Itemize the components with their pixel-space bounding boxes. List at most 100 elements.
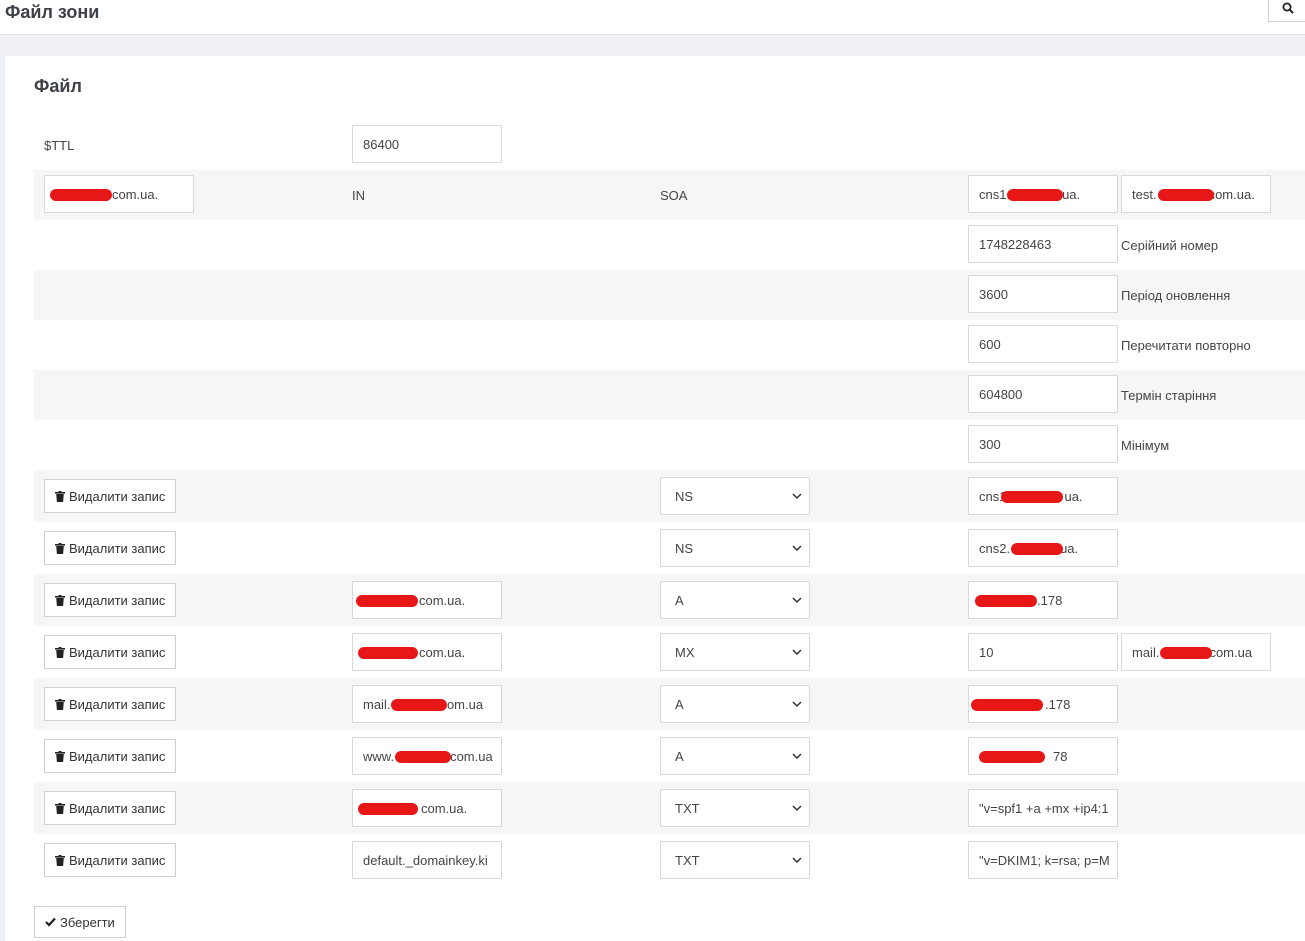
record-row: Видалити запис default._domainkey.ki TXT… — [34, 834, 1305, 886]
record-type-select[interactable]: A — [660, 685, 810, 723]
delete-record-button[interactable]: Видалити запис — [44, 739, 177, 773]
record-value-input[interactable]: "v=DKIM1; k=rsa; p=M — [968, 841, 1118, 879]
trash-icon — [55, 802, 65, 814]
record-name-input[interactable]: mail. com.ua — [352, 685, 502, 723]
delete-record-button[interactable]: Видалити запис — [44, 479, 177, 513]
record-value-input[interactable]: cns2. ua. — [968, 529, 1118, 567]
record-type-select[interactable]: MX — [660, 633, 810, 671]
redaction-mark — [358, 647, 418, 659]
trash-icon — [55, 750, 65, 762]
serial-input[interactable]: 1748228463 — [968, 225, 1118, 263]
record-name-input[interactable]: com.ua. — [352, 581, 502, 619]
record-value-input[interactable]: .178 — [968, 581, 1118, 619]
mx-priority-input[interactable]: 10 — [968, 633, 1118, 671]
redaction-mark — [50, 189, 112, 201]
redaction-mark — [1007, 189, 1063, 201]
record-value-input[interactable]: "v=spf1 +a +mx +ip4:1 — [968, 789, 1118, 827]
redaction-mark — [356, 595, 418, 607]
expire-input[interactable]: 604800 — [968, 375, 1118, 413]
record-row: Видалити запис NS cns2. ua. — [34, 522, 1305, 574]
soa-serial-row: 1748228463 Серійний номер — [34, 220, 1305, 270]
record-row: Видалити запис com.ua. MX 10 mail. com.u… — [34, 626, 1305, 678]
delete-record-button[interactable]: Видалити запис — [44, 843, 177, 877]
soa-retry-row: 600 Перечитати повторно — [34, 320, 1305, 370]
chevron-down-icon — [792, 857, 802, 864]
record-name-input[interactable]: com.ua. — [352, 633, 502, 671]
soa-expire-row: 604800 Термін старіння — [34, 370, 1305, 420]
redaction-mark — [1011, 543, 1063, 555]
soa-name-input[interactable]: com.ua. — [44, 175, 194, 213]
zone-file-panel: Файл $TTL 86400 com.ua. IN SOA cns1. ua.… — [5, 56, 1305, 941]
trash-icon — [55, 698, 65, 710]
refresh-label: Період оновлення — [1121, 288, 1231, 303]
redaction-mark — [975, 595, 1037, 607]
soa-primary-ns-input[interactable]: cns1. ua. — [968, 175, 1118, 213]
soa-row: com.ua. IN SOA cns1. ua. test. com.ua. — [34, 170, 1305, 220]
redaction-mark — [395, 751, 451, 763]
record-name-input[interactable]: www. com.ua — [352, 737, 502, 775]
record-value-input[interactable]: cns1 ua. — [968, 477, 1118, 515]
record-value-input[interactable]: .178 — [968, 685, 1118, 723]
redaction-mark — [391, 699, 447, 711]
record-row: Видалити запис mail. com.ua A .178 — [34, 678, 1305, 730]
record-name-input[interactable]: default._domainkey.ki — [352, 841, 502, 879]
soa-class: IN — [352, 188, 365, 203]
refresh-input[interactable]: 3600 — [968, 275, 1118, 313]
trash-icon — [55, 490, 65, 502]
chevron-down-icon — [792, 597, 802, 604]
trash-icon — [55, 854, 65, 866]
soa-refresh-row: 3600 Період оновлення — [34, 270, 1305, 320]
chevron-down-icon — [792, 753, 802, 760]
trash-icon — [55, 542, 65, 554]
delete-record-button[interactable]: Видалити запис — [44, 687, 177, 721]
mx-target-input[interactable]: mail. com.ua — [1121, 633, 1271, 671]
section-title: Файл — [34, 76, 82, 96]
expire-label: Термін старіння — [1121, 388, 1217, 403]
record-type-select[interactable]: NS — [660, 477, 810, 515]
record-row: Видалити запис com.ua. TXT "v=spf1 +a +m… — [34, 782, 1305, 834]
minimum-label: Мінімум — [1121, 438, 1170, 453]
record-name-input[interactable]: com.ua. — [352, 789, 502, 827]
record-row: Видалити запис com.ua. A .178 — [34, 574, 1305, 626]
chevron-down-icon — [792, 805, 802, 812]
serial-label: Серійний номер — [1121, 238, 1219, 253]
record-type-select[interactable]: A — [660, 581, 810, 619]
redaction-mark — [979, 751, 1045, 763]
record-value-input[interactable]: 78 — [968, 737, 1118, 775]
minimum-input[interactable]: 300 — [968, 425, 1118, 463]
checkmark-icon — [45, 917, 56, 927]
record-type-select[interactable]: A — [660, 737, 810, 775]
soa-contact-input[interactable]: test. com.ua. — [1121, 175, 1271, 213]
chevron-down-icon — [792, 545, 802, 552]
chevron-down-icon — [792, 701, 802, 708]
search-icon — [1282, 2, 1294, 14]
record-row: Видалити запис www. com.ua A 78 — [34, 730, 1305, 782]
delete-record-button[interactable]: Видалити запис — [44, 531, 177, 565]
search-button[interactable] — [1268, 0, 1305, 22]
save-button[interactable]: Зберегти — [34, 906, 126, 938]
redaction-mark — [1160, 647, 1212, 659]
delete-record-button[interactable]: Видалити запис — [44, 791, 177, 825]
trash-icon — [55, 646, 65, 658]
record-type-select[interactable]: NS — [660, 529, 810, 567]
record-type-select[interactable]: TXT — [660, 789, 810, 827]
ttl-label: $TTL — [44, 138, 75, 153]
page-title: Файл зони — [5, 2, 100, 22]
retry-input[interactable]: 600 — [968, 325, 1118, 363]
ttl-input[interactable]: 86400 — [352, 125, 502, 163]
delete-record-button[interactable]: Видалити запис — [44, 583, 177, 617]
redaction-mark — [1158, 189, 1214, 201]
soa-type: SOA — [660, 188, 688, 203]
chevron-down-icon — [792, 493, 802, 500]
record-type-select[interactable]: TXT — [660, 841, 810, 879]
redaction-mark — [1001, 491, 1063, 503]
delete-record-button[interactable]: Видалити запис — [44, 635, 177, 669]
chevron-down-icon — [792, 649, 802, 656]
redaction-mark — [971, 699, 1043, 711]
redaction-mark — [358, 803, 418, 815]
ttl-row: $TTL 86400 — [34, 120, 1305, 170]
retry-label: Перечитати повторно — [1121, 338, 1251, 353]
soa-minimum-row: 300 Мінімум — [34, 420, 1305, 470]
trash-icon — [55, 594, 65, 606]
top-bar: Файл зони — [0, 0, 1305, 35]
